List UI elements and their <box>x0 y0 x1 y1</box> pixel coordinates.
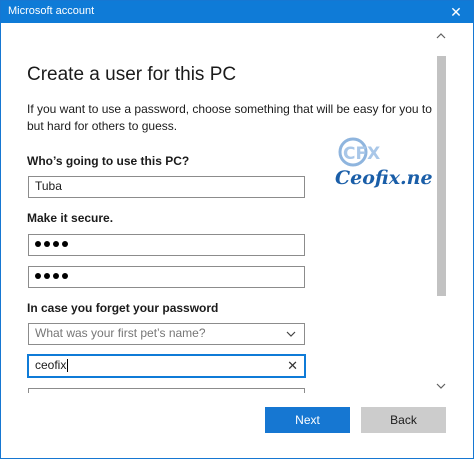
password-dot <box>44 273 50 279</box>
next-button[interactable]: Next <box>265 407 350 433</box>
title-bar: Microsoft account ✕ <box>1 1 473 23</box>
watermark-text: Ceofix.net <box>335 167 433 189</box>
username-value: Tuba <box>35 179 62 193</box>
intro-text: If you want to use a password, choose so… <box>27 101 433 135</box>
window-title: Microsoft account <box>8 5 95 17</box>
cfx-logo-icon: CFX <box>338 137 380 167</box>
security-question-placeholder: What was your first pet’s name? <box>35 326 206 340</box>
password-dot <box>53 241 59 247</box>
scroll-down-icon[interactable] <box>436 381 446 391</box>
password-dot <box>35 241 41 247</box>
footer-bar: Next Back <box>1 393 473 458</box>
vertical-scrollbar[interactable] <box>433 31 449 391</box>
scroll-up-icon[interactable] <box>436 31 446 41</box>
intro-line-1: If you want to use a password, choose so… <box>27 102 433 116</box>
form-content: Create a user for this PC If you want to… <box>1 23 433 393</box>
password-dot <box>53 273 59 279</box>
back-button[interactable]: Back <box>361 407 446 433</box>
password-dots <box>35 241 68 247</box>
svg-text:CFX: CFX <box>343 144 380 164</box>
security-answer-input[interactable]: ceofix ✕ <box>27 354 306 378</box>
ceofix-watermark: CFX Ceofix.net <box>331 135 433 195</box>
password-dot <box>35 273 41 279</box>
page-heading: Create a user for this PC <box>27 64 237 85</box>
security-question-select[interactable]: What was your first pet’s name? <box>28 323 305 345</box>
clear-input-icon[interactable]: ✕ <box>287 358 298 374</box>
scroll-thumb[interactable] <box>437 56 446 296</box>
window-close-icon[interactable]: ✕ <box>439 1 473 23</box>
recovery-label: In case you forget your password <box>27 301 219 315</box>
username-label: Who’s going to use this PC? <box>27 154 190 168</box>
password-dot <box>62 273 68 279</box>
text-caret <box>67 359 69 373</box>
username-input[interactable]: Tuba <box>28 176 305 198</box>
confirm-password-input[interactable] <box>28 266 305 288</box>
password-input[interactable] <box>28 234 305 256</box>
password-dot <box>44 241 50 247</box>
microsoft-account-window: Microsoft account ✕ Create a user for th… <box>0 0 474 459</box>
password-label: Make it secure. <box>27 211 114 225</box>
security-answer-value: ceofix <box>35 358 69 373</box>
password-dot <box>62 241 68 247</box>
confirm-password-dots <box>35 273 68 279</box>
chevron-down-icon <box>286 331 296 337</box>
intro-line-2: but hard for others to guess. <box>27 119 178 133</box>
